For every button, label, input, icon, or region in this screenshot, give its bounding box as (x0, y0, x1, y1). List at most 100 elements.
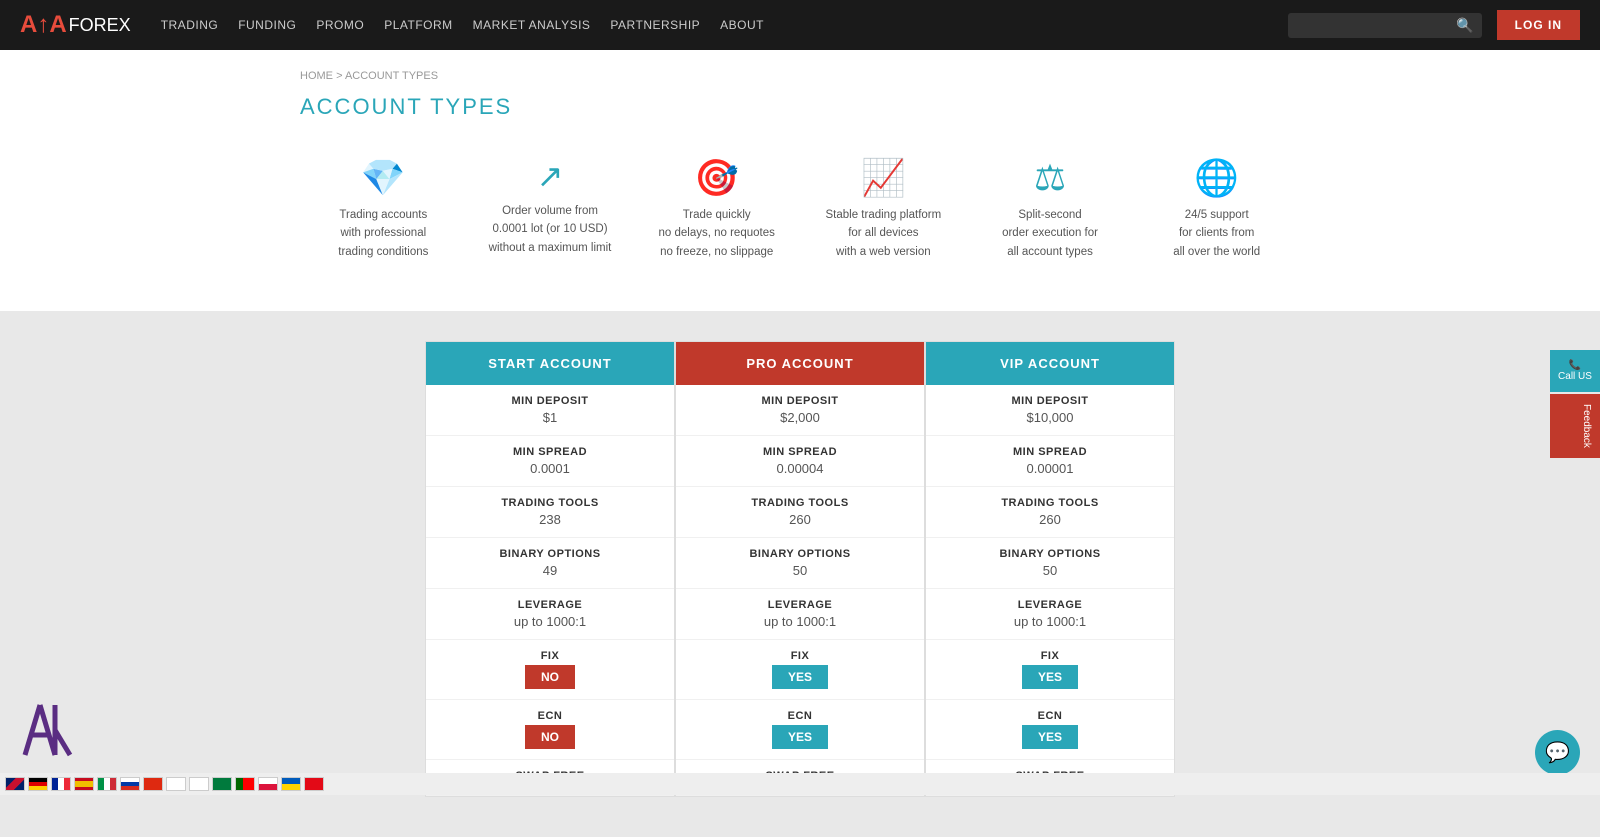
feature-text-1: Order volume from0.0001 lot (or 10 USD)w… (489, 202, 612, 257)
breadcrumb-current: ACCOUNT TYPES (345, 70, 438, 82)
pro-binary-options-label: BINARY OPTIONS (691, 548, 909, 560)
vip-leverage-value: up to 1000:1 (941, 614, 1159, 629)
pro-min-spread-label: MIN SPREAD (691, 446, 909, 458)
vip-trading-tools: TRADING TOOLS 260 (926, 487, 1174, 538)
flag-ua[interactable] (281, 777, 301, 791)
start-fix-label: FIX (441, 650, 659, 662)
breadcrumb-sep: > (336, 70, 342, 82)
start-fix-value: NO (441, 665, 659, 689)
nav-market-analysis[interactable]: MARKET ANALYSIS (473, 18, 591, 32)
pro-fix-label: FIX (691, 650, 909, 662)
pro-trading-tools-label: TRADING TOOLS (691, 497, 909, 509)
chat-icon: 💬 (1545, 740, 1570, 765)
feature-order-execution: ⚖ Split-secondorder execution forall acc… (967, 160, 1134, 261)
pro-trading-tools: TRADING TOOLS 260 (676, 487, 924, 538)
feature-text-0: Trading accountswith professionaltrading… (338, 206, 428, 261)
flag-tr[interactable] (304, 777, 324, 791)
start-binary-options-value: 49 (441, 563, 659, 578)
feedback-widget[interactable]: Feedback (1550, 394, 1600, 458)
pro-min-deposit: MIN DEPOSIT $2,000 (676, 385, 924, 436)
pro-trading-tools-value: 260 (691, 512, 909, 527)
feature-trade-quickly: 🎯 Trade quicklyno delays, no requotesno … (633, 160, 800, 261)
flag-gb[interactable] (5, 777, 25, 791)
breadcrumb-home[interactable]: HOME (300, 70, 333, 82)
vip-fix-value: YES (941, 665, 1159, 689)
vip-min-spread: MIN SPREAD 0.00001 (926, 436, 1174, 487)
flag-pt[interactable] (235, 777, 255, 791)
nav-promo[interactable]: PROMO (316, 18, 364, 32)
pro-binary-options-value: 50 (691, 563, 909, 578)
pro-ecn-label: ECN (691, 710, 909, 722)
bottom-logo-svg (20, 700, 80, 760)
start-trading-tools-label: TRADING TOOLS (441, 497, 659, 509)
nav-trading[interactable]: TRADING (161, 18, 219, 32)
bottom-logo (20, 700, 80, 765)
start-leverage-label: LEVERAGE (441, 599, 659, 611)
flag-it[interactable] (97, 777, 117, 791)
start-min-deposit: MIN DEPOSIT $1 (426, 385, 674, 436)
call-us-widget[interactable]: 📞 Call US (1550, 350, 1600, 392)
feature-text-4: Split-secondorder execution forall accou… (1002, 206, 1098, 261)
search-input[interactable] (1296, 18, 1456, 32)
start-fix-badge: NO (525, 665, 575, 689)
flag-jp[interactable] (166, 777, 186, 791)
nav-funding[interactable]: FUNDING (238, 18, 296, 32)
nav-partnership[interactable]: PARTNERSHIP (610, 18, 700, 32)
pro-ecn-value: YES (691, 725, 909, 749)
account-pro-header: PRO ACCOUNT (676, 342, 924, 385)
target-icon: 🎯 (694, 160, 739, 196)
login-button[interactable]: LOG IN (1497, 10, 1580, 40)
vip-binary-options-value: 50 (941, 563, 1159, 578)
pro-min-spread-value: 0.00004 (691, 461, 909, 476)
nav-about[interactable]: ABOUT (720, 18, 764, 32)
vip-binary-options-label: BINARY OPTIONS (941, 548, 1159, 560)
logo-forex: FOREX (69, 15, 131, 36)
feedback-label: Feedback (1581, 404, 1592, 448)
vip-min-spread-label: MIN SPREAD (941, 446, 1159, 458)
logo-ata: A↑A (20, 11, 67, 39)
feature-support: 🌐 24/5 supportfor clients fromall over t… (1133, 160, 1300, 261)
logo[interactable]: A↑A FOREX (20, 11, 131, 39)
flag-cn[interactable] (143, 777, 163, 791)
pro-leverage-label: LEVERAGE (691, 599, 909, 611)
arrow-growth-icon: ↗ (537, 160, 564, 192)
vip-trading-tools-value: 260 (941, 512, 1159, 527)
account-start: START ACCOUNT MIN DEPOSIT $1 MIN SPREAD … (425, 341, 675, 797)
chat-bubble[interactable]: 💬 (1535, 730, 1580, 775)
navbar: A↑A FOREX TRADING FUNDING PROMO PLATFORM… (0, 0, 1600, 50)
vip-fix-badge: YES (1022, 665, 1078, 689)
start-ecn-badge: NO (525, 725, 575, 749)
pro-min-deposit-value: $2,000 (691, 410, 909, 425)
side-widgets: 📞 Call US Feedback (1550, 350, 1600, 458)
vip-fix-label: FIX (941, 650, 1159, 662)
globe-icon: 🌐 (1194, 160, 1239, 196)
flag-ar[interactable] (212, 777, 232, 791)
start-binary-options: BINARY OPTIONS 49 (426, 538, 674, 589)
vip-leverage: LEVERAGE up to 1000:1 (926, 589, 1174, 640)
pro-ecn: ECN YES (676, 700, 924, 760)
account-vip-header: VIP ACCOUNT (926, 342, 1174, 385)
flag-es[interactable] (74, 777, 94, 791)
flag-kr[interactable] (189, 777, 209, 791)
nav-platform[interactable]: PLATFORM (384, 18, 452, 32)
diamond-icon: 💎 (361, 160, 406, 196)
flag-ru[interactable] (120, 777, 140, 791)
nav-links: TRADING FUNDING PROMO PLATFORM MARKET AN… (161, 18, 1289, 32)
pro-min-deposit-label: MIN DEPOSIT (691, 395, 909, 407)
vip-min-deposit-value: $10,000 (941, 410, 1159, 425)
pro-fix-badge: YES (772, 665, 828, 689)
vip-ecn-badge: YES (1022, 725, 1078, 749)
start-min-deposit-value: $1 (441, 410, 659, 425)
account-start-header: START ACCOUNT (426, 342, 674, 385)
start-min-spread-label: MIN SPREAD (441, 446, 659, 458)
flag-de[interactable] (28, 777, 48, 791)
search-icon: 🔍 (1456, 17, 1473, 34)
start-trading-tools: TRADING TOOLS 238 (426, 487, 674, 538)
start-ecn-label: ECN (441, 710, 659, 722)
flag-fr[interactable] (51, 777, 71, 791)
search-box: 🔍 (1288, 13, 1481, 38)
start-leverage: LEVERAGE up to 1000:1 (426, 589, 674, 640)
accounts-grid: START ACCOUNT MIN DEPOSIT $1 MIN SPREAD … (425, 341, 1175, 797)
account-pro: PRO ACCOUNT MIN DEPOSIT $2,000 MIN SPREA… (675, 341, 925, 797)
flag-pl[interactable] (258, 777, 278, 791)
